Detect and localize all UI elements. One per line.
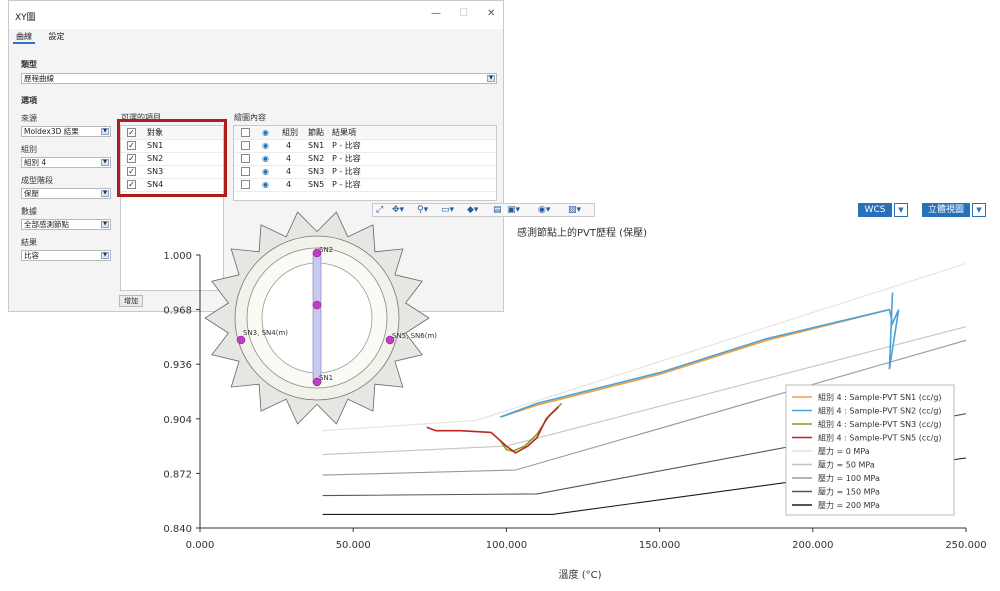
legend-entry: 組別 4 : Sample-PVT SN5 (cc/g) [818, 433, 942, 443]
chart-legend: 組別 4 : Sample-PVT SN1 (cc/g) 組別 4 : Sampl… [785, 384, 955, 516]
legend-entry: 組別 4 : Sample-PVT SN2 (cc/g) [818, 406, 942, 416]
node-label-sn5: SN5, SN6(m) [392, 332, 437, 340]
node-label-sn3: SN3, SN4(m) [243, 329, 288, 337]
legend-entry: 壓力 = 150 MPa [818, 487, 880, 497]
y-tick-label: 0.904 [163, 415, 192, 426]
y-tick-label: 0.936 [163, 360, 192, 371]
y-tick-label: 0.872 [163, 469, 192, 480]
chart-title: 感測節點上的PVT歷程 (保壓) [517, 226, 647, 239]
x-tick-label: 150.000 [639, 540, 680, 551]
series-line-3 [426, 406, 560, 454]
x-tick-label: 100.000 [486, 540, 527, 551]
legend-entry: 壓力 = 200 MPa [818, 500, 880, 510]
y-tick-label: 1.000 [163, 251, 192, 262]
sensor-node-icon [312, 300, 322, 310]
x-tick-label: 50.000 [336, 540, 371, 551]
x-tick-label: 200.000 [792, 540, 833, 551]
x-axis-label: 溫度 (°C) [559, 568, 602, 581]
gear-part: SN2 SN1 SN3, SN4(m) SN5, SN6(m) [204, 211, 437, 425]
node-label-sn2: SN2 [319, 246, 333, 254]
legend-entry: 壓力 = 0 MPa [818, 446, 870, 456]
sensor-node-icon [236, 335, 246, 345]
x-tick-label: 250.000 [945, 540, 986, 551]
y-tick-label: 0.968 [163, 306, 192, 317]
legend-entry: 壓力 = 50 MPa [818, 460, 875, 470]
pvt-chart: 感測節點上的PVT歷程 (保壓) 溫度 (°C) 1.000 0.968 0.936… [163, 211, 987, 581]
x-tick-label: 0.000 [186, 540, 215, 551]
legend-entry: 壓力 = 100 MPa [818, 473, 880, 483]
legend-entry: 組別 4 : Sample-PVT SN1 (cc/g) [818, 392, 942, 402]
legend-entry: 組別 4 : Sample-PVT SN3 (cc/g) [818, 419, 942, 429]
y-tick-label: 0.840 [163, 524, 192, 535]
runner-bar [312, 252, 322, 384]
node-label-sn1: SN1 [319, 374, 333, 382]
